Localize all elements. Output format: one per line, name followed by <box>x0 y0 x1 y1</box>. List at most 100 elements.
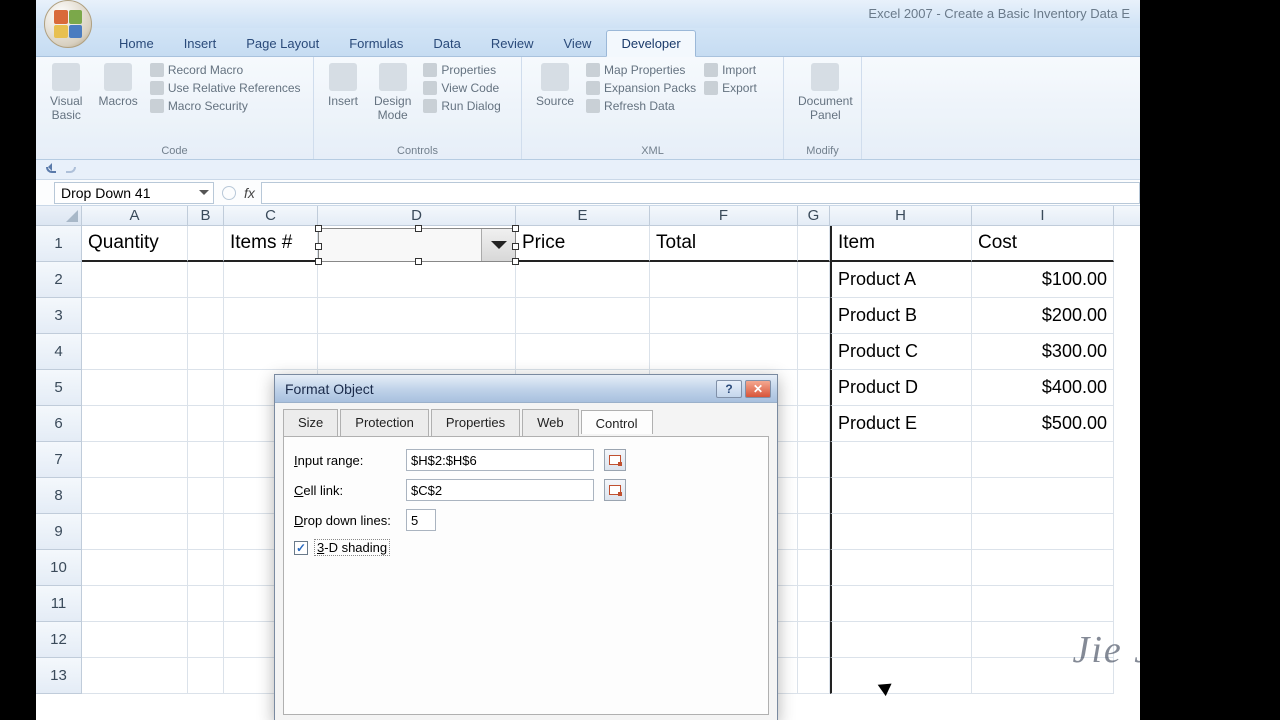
cell[interactable]: Cost <box>972 226 1114 262</box>
refresh-data-button[interactable]: Refresh Data <box>586 99 696 113</box>
row-header[interactable]: 12 <box>36 622 82 658</box>
cell[interactable]: $500.00 <box>972 406 1114 442</box>
cell[interactable] <box>82 370 188 406</box>
cell[interactable]: $100.00 <box>972 262 1114 298</box>
cell[interactable] <box>188 334 224 370</box>
macros-button[interactable]: Macros <box>90 59 145 159</box>
row-header[interactable]: 10 <box>36 550 82 586</box>
cell[interactable] <box>188 658 224 694</box>
redo-icon[interactable] <box>66 167 76 173</box>
cell[interactable] <box>318 334 516 370</box>
cell[interactable] <box>798 658 830 694</box>
cell[interactable] <box>188 262 224 298</box>
cell[interactable] <box>82 298 188 334</box>
name-box[interactable]: Drop Down 41 <box>54 182 214 204</box>
ribbon-tab-developer[interactable]: Developer <box>606 30 695 57</box>
range-picker-button[interactable] <box>604 479 626 501</box>
dialog-tab-control[interactable]: Control <box>581 410 653 434</box>
cell[interactable] <box>188 442 224 478</box>
row-header[interactable]: 3 <box>36 298 82 334</box>
row-header[interactable]: 13 <box>36 658 82 694</box>
resize-handle[interactable] <box>315 243 322 250</box>
cell[interactable] <box>650 298 798 334</box>
cell[interactable] <box>188 298 224 334</box>
resize-handle[interactable] <box>512 225 519 232</box>
cell[interactable] <box>798 406 830 442</box>
row-header[interactable]: 2 <box>36 262 82 298</box>
cell[interactable] <box>972 514 1114 550</box>
cell[interactable] <box>318 262 516 298</box>
cell[interactable] <box>82 334 188 370</box>
cell[interactable] <box>188 406 224 442</box>
dropdown-lines-field[interactable] <box>406 509 436 531</box>
resize-handle[interactable] <box>512 243 519 250</box>
cell[interactable] <box>82 406 188 442</box>
cell[interactable] <box>82 658 188 694</box>
cell[interactable] <box>516 298 650 334</box>
cell[interactable]: $200.00 <box>972 298 1114 334</box>
cell[interactable] <box>798 226 830 262</box>
dialog-tab-protection[interactable]: Protection <box>340 409 429 436</box>
cell[interactable] <box>650 262 798 298</box>
cell[interactable]: Product C <box>830 334 972 370</box>
select-all-corner[interactable] <box>36 206 82 225</box>
cell[interactable] <box>830 442 972 478</box>
cell[interactable] <box>188 586 224 622</box>
cell[interactable] <box>82 262 188 298</box>
cell[interactable] <box>188 478 224 514</box>
column-header[interactable]: G <box>798 206 830 225</box>
3d-shading-checkbox[interactable]: ✓ <box>294 541 308 555</box>
cell[interactable] <box>798 622 830 658</box>
ribbon-tab-data[interactable]: Data <box>418 30 475 56</box>
cell[interactable] <box>798 442 830 478</box>
row-header[interactable]: 6 <box>36 406 82 442</box>
cell[interactable]: $300.00 <box>972 334 1114 370</box>
form-dropdown-control[interactable] <box>318 228 516 262</box>
column-header[interactable]: B <box>188 206 224 225</box>
cell[interactable]: Item <box>830 226 972 262</box>
cell[interactable] <box>82 550 188 586</box>
cell[interactable] <box>798 478 830 514</box>
cell[interactable]: Product E <box>830 406 972 442</box>
ribbon-tab-page-layout[interactable]: Page Layout <box>231 30 334 56</box>
cell[interactable] <box>972 658 1114 694</box>
xml-import-button[interactable]: Import <box>704 63 757 77</box>
map-properties-button[interactable]: Map Properties <box>586 63 696 77</box>
record-macro-button[interactable]: Record Macro <box>150 63 301 77</box>
row-header[interactable]: 9 <box>36 514 82 550</box>
run-dialog-button[interactable]: Run Dialog <box>423 99 500 113</box>
cell[interactable] <box>972 586 1114 622</box>
view-code-button[interactable]: View Code <box>423 81 500 95</box>
office-button[interactable] <box>44 0 92 48</box>
formula-input[interactable] <box>261 182 1140 204</box>
row-header[interactable]: 4 <box>36 334 82 370</box>
ribbon-tab-formulas[interactable]: Formulas <box>334 30 418 56</box>
properties-button[interactable]: Properties <box>423 63 500 77</box>
cell[interactable]: Product D <box>830 370 972 406</box>
cell[interactable] <box>516 334 650 370</box>
cell[interactable] <box>830 550 972 586</box>
cell[interactable]: Product A <box>830 262 972 298</box>
cell[interactable]: Product B <box>830 298 972 334</box>
cell[interactable] <box>972 622 1114 658</box>
cell[interactable] <box>798 370 830 406</box>
cell[interactable] <box>224 334 318 370</box>
cell[interactable] <box>82 586 188 622</box>
column-header[interactable]: A <box>82 206 188 225</box>
range-picker-button[interactable] <box>604 449 626 471</box>
column-header[interactable]: F <box>650 206 798 225</box>
cell[interactable] <box>798 334 830 370</box>
row-header[interactable]: 7 <box>36 442 82 478</box>
worksheet-grid[interactable]: ABCDEFGHI 1QuantityItems #DescriptionPri… <box>36 206 1140 720</box>
cell[interactable]: Quantity <box>82 226 188 262</box>
expansion-packs-button[interactable]: Expansion Packs <box>586 81 696 95</box>
help-button[interactable]: ? <box>716 380 742 398</box>
row-header[interactable]: 8 <box>36 478 82 514</box>
column-header[interactable]: C <box>224 206 318 225</box>
cell[interactable] <box>188 370 224 406</box>
dialog-title-bar[interactable]: Format Object ? ✕ <box>275 375 777 403</box>
cell[interactable] <box>798 514 830 550</box>
cell[interactable] <box>188 550 224 586</box>
cell[interactable]: Price <box>516 226 650 262</box>
cell[interactable] <box>82 622 188 658</box>
